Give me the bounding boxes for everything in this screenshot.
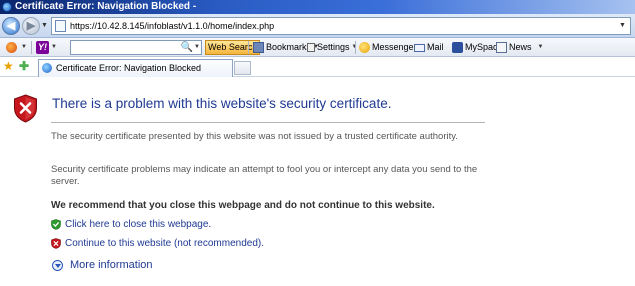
- tab-page-icon: [42, 63, 52, 73]
- toolbar-divider: [31, 41, 32, 54]
- bookmarks-icon: [253, 42, 264, 53]
- more-information-toggle[interactable]: More information: [52, 259, 153, 271]
- recommendation-text: We recommend that you close this webpage…: [51, 200, 435, 211]
- new-tab-button[interactable]: [234, 61, 251, 75]
- green-shield-check-icon: [51, 219, 61, 230]
- favorites-star-icon[interactable]: ★: [3, 59, 14, 73]
- page-icon: [55, 20, 66, 32]
- tab-label: Certificate Error: Navigation Blocked: [56, 63, 202, 73]
- settings-label: Settings: [317, 42, 350, 52]
- mail-icon: [414, 43, 425, 52]
- mail-button[interactable]: Mail: [414, 38, 444, 57]
- url-dropdown-icon[interactable]: ▼: [616, 19, 629, 33]
- toolbar-divider: [355, 41, 356, 54]
- window-title-bar: Certificate Error: Navigation Blocked -: [0, 0, 635, 14]
- window-title: Certificate Error: Navigation Blocked -: [15, 1, 197, 12]
- chevron-down-icon: ▼: [21, 44, 27, 50]
- divider: [51, 122, 485, 123]
- address-bar: ◀ ▶ ▼ https://10.42.8.145/infoblast/v1.1…: [0, 14, 635, 38]
- security-warning-text: Security certificate problems may indica…: [51, 164, 478, 187]
- yahoo-menu[interactable]: Y! ▼: [36, 38, 57, 57]
- red-shield-x-icon: [51, 238, 61, 249]
- page-title: There is a problem with this website's s…: [52, 96, 392, 111]
- yahoo-logo: Y!: [36, 41, 49, 54]
- messenger-smiley-icon: [359, 42, 370, 53]
- toolbar-divider: [248, 41, 249, 54]
- back-button[interactable]: ◀: [2, 17, 20, 35]
- security-shield-x-icon: [14, 94, 37, 123]
- myspace-button[interactable]: MySpace: [452, 38, 503, 57]
- add-favorites-icon[interactable]: ✚: [19, 59, 29, 73]
- url-text[interactable]: https://10.42.8.145/infoblast/v1.1.0/hom…: [70, 20, 274, 32]
- close-webpage-option[interactable]: Click here to close this webpage.: [51, 219, 211, 230]
- news-label: News: [509, 42, 532, 52]
- chevron-down-icon[interactable]: ▼: [194, 41, 200, 54]
- continue-website-option[interactable]: Continue to this website (not recommende…: [51, 238, 264, 249]
- messenger-label: Messenger: [372, 42, 417, 52]
- expand-circle-icon[interactable]: [52, 259, 63, 271]
- news-button[interactable]: News ▼: [496, 38, 543, 57]
- untrusted-issuer-text: The security certificate presented by th…: [51, 131, 458, 142]
- mail-label: Mail: [427, 42, 444, 52]
- toolbar-menu-icon: [6, 42, 17, 53]
- url-field[interactable]: https://10.42.8.145/infoblast/v1.1.0/hom…: [51, 17, 631, 35]
- forward-button[interactable]: ▶: [22, 17, 40, 35]
- firefox-menu[interactable]: ▼: [6, 38, 27, 57]
- search-icon[interactable]: 🔍: [181, 41, 193, 54]
- settings-button[interactable]: Settings▼: [307, 38, 357, 57]
- chevron-down-icon: ▼: [537, 44, 544, 50]
- myspace-icon: [452, 42, 463, 53]
- bookmarks-label: Bookmarks: [266, 42, 312, 52]
- more-information-link[interactable]: More information: [70, 259, 153, 271]
- news-icon: [496, 42, 507, 53]
- settings-icon: [307, 43, 315, 52]
- toolbar-search-input[interactable]: 🔍 ▼: [70, 40, 202, 55]
- chevron-down-icon: ▼: [51, 44, 57, 50]
- tab-certificate-error[interactable]: Certificate Error: Navigation Blocked: [38, 59, 233, 77]
- continue-website-link[interactable]: Continue to this website (not recommende…: [65, 238, 264, 249]
- close-webpage-link[interactable]: Click here to close this webpage.: [65, 219, 211, 230]
- tab-bar: ★ ✚ Certificate Error: Navigation Blocke…: [0, 57, 635, 77]
- certificate-error-page: There is a problem with this website's s…: [0, 78, 635, 286]
- history-dropdown-icon[interactable]: ▼: [41, 22, 48, 29]
- yahoo-toolbar: ▼ Y! ▼ 🔍 ▼ Web Search Bookmarks ▼ Settings…: [0, 38, 635, 57]
- ie-icon: [2, 2, 12, 12]
